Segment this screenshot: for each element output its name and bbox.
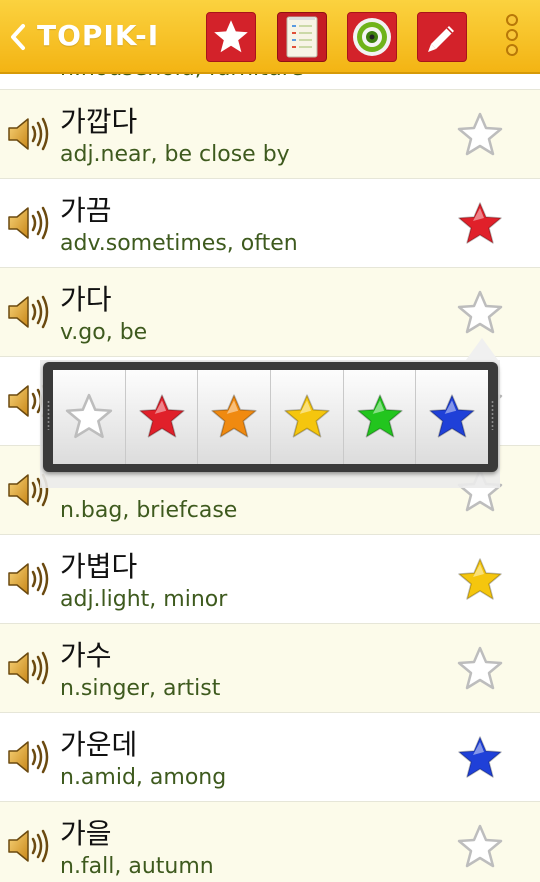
edit-button[interactable] xyxy=(417,12,467,62)
speaker-icon[interactable] xyxy=(6,648,52,688)
star-option-green[interactable] xyxy=(344,370,417,464)
star-color-picker xyxy=(43,362,498,472)
star-option-blue[interactable] xyxy=(416,370,488,464)
star-option-yellow[interactable] xyxy=(271,370,344,464)
korean-word: 가을 xyxy=(60,817,112,850)
favorite-star-icon[interactable] xyxy=(455,110,505,160)
favorite-star-icon[interactable] xyxy=(455,733,505,783)
korean-word: 가다 xyxy=(60,283,112,316)
speaker-icon[interactable] xyxy=(6,737,52,777)
favorite-star-icon[interactable] xyxy=(455,822,505,872)
speaker-icon[interactable] xyxy=(6,114,52,154)
back-chevron-icon[interactable] xyxy=(8,22,28,52)
star-option-red[interactable] xyxy=(126,370,199,464)
word-meaning: v.go, be xyxy=(60,320,148,345)
word-meaning: n.amid, among xyxy=(60,765,227,790)
favorite-star-icon[interactable] xyxy=(455,199,505,249)
word-meaning: n.bag, briefcase xyxy=(60,498,238,523)
speaker-icon[interactable] xyxy=(6,203,52,243)
korean-word: 가끔 xyxy=(60,194,112,227)
popup-pointer xyxy=(466,338,498,360)
favorite-star-icon[interactable] xyxy=(455,644,505,694)
favorites-button[interactable] xyxy=(206,12,256,62)
word-list-button[interactable] xyxy=(277,12,327,62)
app-title[interactable]: TOPIK-I xyxy=(37,19,159,52)
checklist-icon xyxy=(286,16,318,58)
word-row[interactable]: 가을 n.fall, autumn xyxy=(0,801,540,882)
word-meaning: adj.light, minor xyxy=(60,587,228,612)
word-meaning: adj.near, be close by xyxy=(60,142,290,167)
target-icon xyxy=(353,18,391,56)
popup-grip-left xyxy=(47,400,50,430)
word-row[interactable]: 가다 v.go, be xyxy=(0,267,540,356)
word-row[interactable]: 가볍다 adj.light, minor xyxy=(0,534,540,623)
favorite-star-icon[interactable] xyxy=(455,288,505,338)
star-option-orange[interactable] xyxy=(198,370,272,464)
speaker-icon[interactable] xyxy=(6,826,52,866)
speaker-icon[interactable] xyxy=(6,559,52,599)
action-bar: TOPIK-I xyxy=(0,0,540,74)
overflow-menu-icon[interactable] xyxy=(500,12,524,62)
word-meaning: adv.sometimes, often xyxy=(60,231,298,256)
speaker-icon[interactable] xyxy=(6,292,52,332)
word-meaning: n.singer, artist xyxy=(60,676,221,701)
word-row[interactable]: 가끔 adv.sometimes, often xyxy=(0,178,540,267)
korean-word: 가수 xyxy=(60,639,112,672)
favorite-star-icon[interactable] xyxy=(455,555,505,605)
word-row[interactable]: 가깝다 adj.near, be close by xyxy=(0,89,540,178)
target-button[interactable] xyxy=(347,12,397,62)
word-meaning: n.fall, autumn xyxy=(60,854,214,879)
pencil-icon xyxy=(428,26,454,52)
star-options xyxy=(53,370,488,464)
korean-word: 가볍다 xyxy=(60,550,138,583)
star-icon xyxy=(214,20,248,53)
popup-grip-right xyxy=(491,400,494,430)
star-option-none[interactable] xyxy=(53,370,126,464)
korean-word: 가운데 xyxy=(60,728,138,761)
korean-word: 가깝다 xyxy=(60,105,138,138)
word-row[interactable]: 가수 n.singer, artist xyxy=(0,623,540,712)
word-row[interactable]: 가운데 n.amid, among xyxy=(0,712,540,801)
